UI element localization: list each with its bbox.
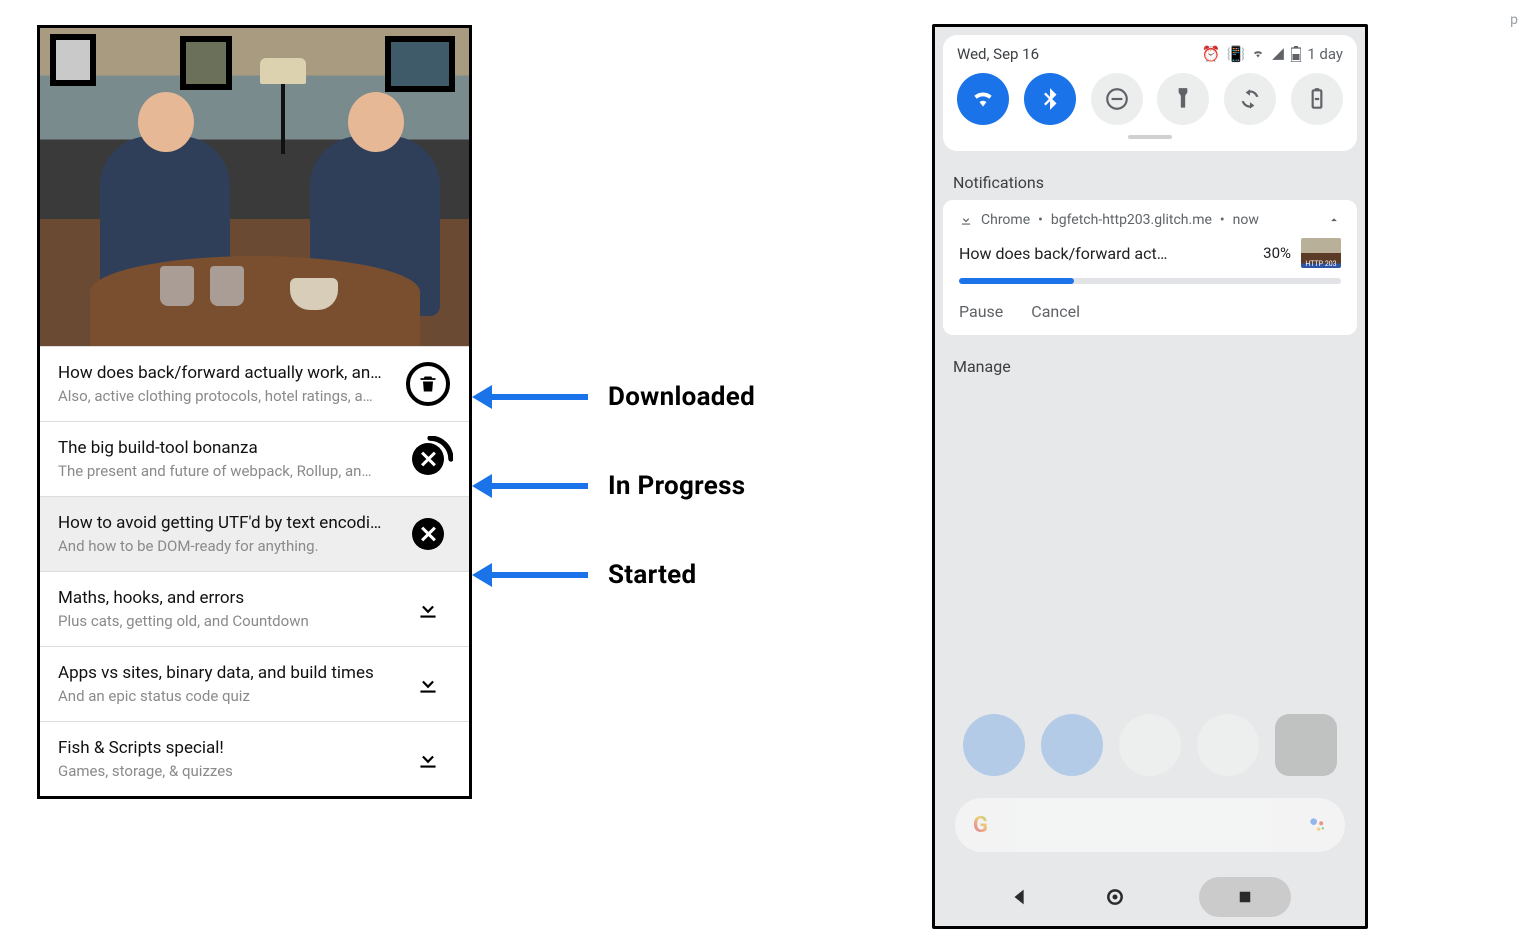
- quick-settings-panel: Wed, Sep 16 ⏰ 📳 1 day: [943, 35, 1357, 151]
- notification-app-name: Chrome: [981, 212, 1030, 228]
- toggle-dnd[interactable]: [1091, 73, 1143, 125]
- download-icon[interactable]: [415, 746, 441, 772]
- phone-app-icon[interactable]: [963, 714, 1025, 776]
- nav-back-button[interactable]: [1009, 886, 1031, 908]
- toggle-wifi[interactable]: [957, 73, 1009, 125]
- notification-source: bgfetch-http203.glitch.me: [1051, 212, 1212, 228]
- episode-subtitle: Plus cats, getting old, and Countdown: [58, 612, 395, 630]
- android-phone-frame: Wed, Sep 16 ⏰ 📳 1 day Notifications: [932, 24, 1368, 929]
- cropped-letter: p: [1510, 12, 1518, 28]
- hero-video-thumbnail[interactable]: [40, 28, 469, 346]
- vibrate-icon: 📳: [1227, 45, 1246, 63]
- toggle-rotate[interactable]: [1224, 73, 1276, 125]
- nav-recents-button[interactable]: [1199, 877, 1291, 917]
- toggle-battery-saver[interactable]: [1291, 73, 1343, 125]
- delete-download-icon[interactable]: [406, 362, 450, 406]
- pause-button[interactable]: Pause: [959, 302, 1003, 321]
- episode-title: The big build-tool bonanza: [58, 438, 395, 458]
- battery-remaining-text: 1 day: [1307, 45, 1343, 63]
- episode-row[interactable]: Maths, hooks, and errors Plus cats, getti…: [40, 571, 469, 646]
- episode-row[interactable]: Fish & Scripts special! Games, storage, &…: [40, 721, 469, 796]
- toggle-bluetooth[interactable]: [1024, 73, 1076, 125]
- download-icon: [959, 213, 973, 227]
- quick-toggle-row: [957, 73, 1343, 125]
- annotation-label: In Progress: [608, 471, 745, 501]
- annotation-label: Downloaded: [608, 382, 755, 412]
- notification-percent: 30%: [1263, 244, 1291, 262]
- episode-title: Fish & Scripts special!: [58, 738, 395, 758]
- episode-row[interactable]: How does back/forward actually work, an……: [40, 346, 469, 421]
- download-icon[interactable]: [415, 596, 441, 622]
- toggle-flashlight[interactable]: [1157, 73, 1209, 125]
- episode-row[interactable]: Apps vs sites, binary data, and build ti…: [40, 646, 469, 721]
- status-date: Wed, Sep 16: [957, 45, 1039, 63]
- nav-home-button[interactable]: [1105, 887, 1125, 907]
- episode-row[interactable]: How to avoid getting UTF'd by text encod…: [40, 496, 469, 571]
- cancel-download-icon[interactable]: [412, 518, 444, 550]
- episode-list: How does back/forward actually work, an……: [40, 346, 469, 796]
- manage-notifications-button[interactable]: Manage: [935, 335, 1365, 398]
- signal-icon: [1271, 47, 1285, 61]
- notifications-section-label: Notifications: [935, 159, 1365, 200]
- wifi-icon: [1251, 47, 1265, 61]
- google-g-icon: G: [973, 813, 988, 838]
- annotation-label: Started: [608, 560, 696, 590]
- pwa-app-window: How does back/forward actually work, an……: [37, 25, 472, 799]
- episode-title: How to avoid getting UTF'd by text encod…: [58, 513, 395, 533]
- episode-subtitle: Also, active clothing protocols, hotel r…: [58, 387, 395, 405]
- annotation-arrow-started: Started: [490, 560, 696, 590]
- play-store-icon[interactable]: [1119, 714, 1181, 776]
- episode-subtitle: Games, storage, & quizzes: [58, 762, 395, 780]
- episode-subtitle: The present and future of webpack, Rollu…: [58, 462, 395, 480]
- cancel-button[interactable]: Cancel: [1031, 302, 1080, 321]
- episode-subtitle: And an epic status code quiz: [58, 687, 395, 705]
- messages-app-icon[interactable]: [1041, 714, 1103, 776]
- episode-title: How does back/forward actually work, an…: [58, 363, 395, 383]
- annotation-arrow-downloaded: Downloaded: [490, 382, 755, 412]
- annotation-arrow-in-progress: In Progress: [490, 471, 745, 501]
- android-nav-bar: [935, 868, 1365, 926]
- download-icon[interactable]: [415, 671, 441, 697]
- panel-handle[interactable]: [1128, 135, 1172, 139]
- download-progress: [959, 278, 1341, 284]
- episode-row[interactable]: The big build-tool bonanza The present an…: [40, 421, 469, 496]
- alarm-icon: ⏰: [1202, 45, 1221, 63]
- episode-title: Maths, hooks, and errors: [58, 588, 395, 608]
- notification-time: now: [1233, 212, 1259, 228]
- episode-subtitle: And how to be DOM-ready for anything.: [58, 537, 395, 555]
- home-screen-background: G: [935, 486, 1365, 926]
- progress-arc-icon: [407, 436, 453, 482]
- collapse-icon[interactable]: [1327, 213, 1341, 227]
- episode-title: Apps vs sites, binary data, and build ti…: [58, 663, 395, 683]
- download-notification[interactable]: Chrome • bgfetch-http203.glitch.me • now…: [943, 200, 1357, 335]
- chrome-app-icon[interactable]: [1197, 714, 1259, 776]
- status-icons: ⏰ 📳 1 day: [1202, 45, 1343, 63]
- assistant-icon: [1307, 815, 1327, 835]
- notification-thumbnail: HTTP 203: [1301, 238, 1341, 268]
- google-search-bar[interactable]: G: [955, 798, 1345, 852]
- notification-title: How does back/forward act…: [959, 244, 1253, 263]
- camera-app-icon[interactable]: [1275, 714, 1337, 776]
- battery-icon: [1291, 46, 1301, 62]
